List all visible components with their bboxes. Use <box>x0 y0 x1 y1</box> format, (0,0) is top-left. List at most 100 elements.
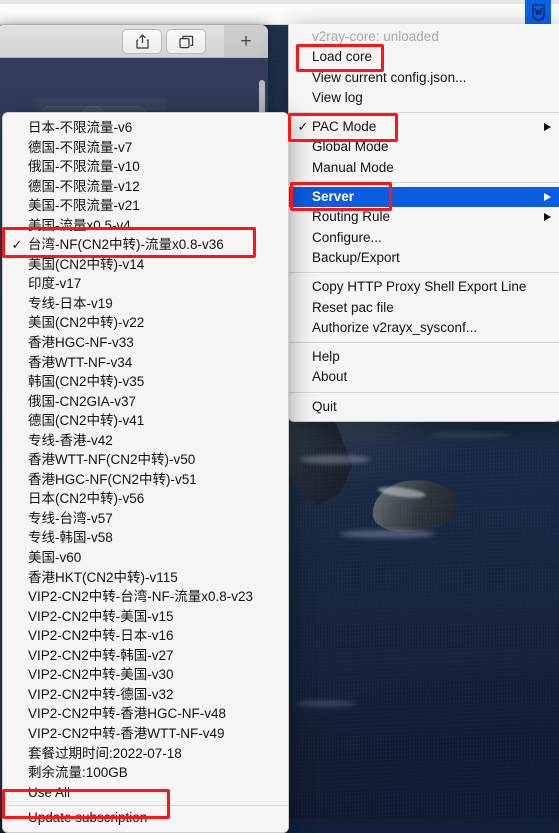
server-list-item-label: 香港WTT-NF(CN2中转)-v50 <box>28 452 196 468</box>
server-list-item[interactable]: VIP2-CN2中转-美国-v30 <box>3 665 288 685</box>
server-list-item[interactable]: 俄国-不限流量-v10 <box>3 157 288 177</box>
server-list-item[interactable]: 俄国-CN2GIA-v37 <box>3 392 288 412</box>
server-list-item[interactable]: 德国(CN2中转)-v41 <box>3 411 288 431</box>
server-list-item-label: VIP2-CN2中转-香港WTT-NF-v49 <box>28 725 225 741</box>
menu-item-reset-pac-file[interactable]: Reset pac file <box>289 298 559 318</box>
server-list-item-label: 俄国-CN2GIA-v37 <box>28 393 137 409</box>
server-list-item[interactable]: 美国(CN2中转)-v22 <box>3 313 288 333</box>
submenu-arrow-icon <box>544 192 551 201</box>
server-list-item[interactable]: 专线-香港-v42 <box>3 431 288 451</box>
menu-separator <box>289 182 559 184</box>
wallpaper-foam <box>300 455 370 464</box>
server-list-item[interactable]: 德国-不限流量-v12 <box>3 177 288 197</box>
server-list-item[interactable]: 套餐过期时间:2022-07-18 <box>3 744 288 764</box>
menu-separator <box>289 342 559 344</box>
menu-item-label: Routing Rule <box>312 209 391 225</box>
server-list-item-label: VIP2-CN2中转-韩国-v27 <box>28 647 174 663</box>
v2rayx-main-menu: v2ray-core: unloaded Load core View curr… <box>288 24 559 423</box>
server-submenu: 日本-不限流量-v6 德国-不限流量-v7 俄国-不限流量-v10 德国-不限流量-v… <box>2 112 289 833</box>
menu-separator <box>289 391 559 393</box>
tab-overview-icon[interactable] <box>166 29 206 54</box>
submenu-arrow-icon <box>544 213 551 222</box>
server-list-item-label: 专线-台湾-v57 <box>28 510 113 526</box>
server-list-item-label: VIP2-CN2中转-台湾-NF-流量x0.8-v23 <box>28 589 254 605</box>
server-list-item-label: 日本(CN2中转)-v56 <box>28 491 145 507</box>
menu-item-core-status: v2ray-core: unloaded <box>312 29 439 44</box>
menu-item-help[interactable]: Help <box>289 347 559 367</box>
menu-item-label: Server <box>312 189 355 205</box>
server-list-item[interactable]: VIP2-CN2中转-台湾-NF-流量x0.8-v23 <box>3 587 288 607</box>
server-list-item[interactable]: 香港HGC-NF(CN2中转)-v51 <box>3 470 288 490</box>
server-list-item-label: VIP2-CN2中转-美国-v15 <box>28 608 174 624</box>
menu-item-server[interactable]: Server <box>289 187 559 208</box>
menu-item-backup-export[interactable]: Backup/Export <box>289 248 559 268</box>
server-list-item-label: VIP2-CN2中转-德国-v32 <box>28 686 174 702</box>
server-list-item[interactable]: 香港HGC-NF-v33 <box>3 333 288 353</box>
server-list-item[interactable]: 专线-日本-v19 <box>3 294 288 314</box>
server-list-item[interactable]: VIP2-CN2中转-德国-v32 <box>3 685 288 705</box>
menu-bar-sheen <box>0 0 559 4</box>
menu-item-load-core[interactable]: Load core <box>289 47 559 67</box>
server-list-item[interactable]: 韩国(CN2中转)-v35 <box>3 372 288 392</box>
server-list-item[interactable]: 剩余流量:100GB <box>3 763 288 783</box>
server-list-item-label: 专线-日本-v19 <box>28 295 113 311</box>
server-list-item[interactable]: Use All <box>3 783 288 803</box>
server-list-item-label: 剩余流量:100GB <box>28 765 128 781</box>
server-list-item[interactable]: 德国-不限流量-v7 <box>3 138 288 158</box>
server-list-item[interactable]: VIP2-CN2中转-香港HGC-NF-v48 <box>3 704 288 724</box>
menu-item-global-mode[interactable]: Global Mode <box>289 137 559 157</box>
server-list-item-label: VIP2-CN2中转-香港HGC-NF-v48 <box>28 706 227 722</box>
server-list-item[interactable]: 专线-韩国-v58 <box>3 528 288 548</box>
server-list-item[interactable]: 美国-不限流量-v21 <box>3 196 288 216</box>
server-list-item[interactable]: 日本-不限流量-v6 <box>3 118 288 138</box>
menu-item-about[interactable]: About <box>289 367 559 387</box>
menu-item-quit[interactable]: Quit <box>289 397 559 417</box>
server-list-item-label: 美国(CN2中转)-v22 <box>28 315 145 331</box>
server-list-item-label: 德国-不限流量-v7 <box>28 139 133 155</box>
v2rayx-menubar-icon[interactable] <box>525 0 551 24</box>
menu-item-manual-mode[interactable]: Manual Mode <box>289 158 559 178</box>
menu-item-update-subscription[interactable]: Update subscription <box>3 808 288 828</box>
menu-item-authorize-sysconf[interactable]: Authorize v2rayx_sysconf... <box>289 318 559 338</box>
server-list-item-label: 韩国(CN2中转)-v35 <box>28 374 145 390</box>
menu-item-view-config[interactable]: View current config.json... <box>289 68 559 88</box>
server-list-item[interactable]: VIP2-CN2中转-韩国-v27 <box>3 646 288 666</box>
server-list-item[interactable]: VIP2-CN2中转-日本-v16 <box>3 626 288 646</box>
server-list-item-label: 美国-流量x0.5-v4 <box>28 217 131 233</box>
checkmark-icon: ✓ <box>11 237 23 253</box>
new-tab-button[interactable]: + <box>224 25 268 57</box>
share-icon[interactable] <box>122 29 162 54</box>
wallpaper-foam <box>340 530 435 538</box>
server-list-item[interactable]: VIP2-CN2中转-香港WTT-NF-v49 <box>3 724 288 744</box>
server-list-item-label: 美国-不限流量-v21 <box>28 198 140 214</box>
server-list-item[interactable]: 美国(CN2中转)-v14 <box>3 255 288 275</box>
wallpaper-rock <box>368 473 461 539</box>
server-list-item[interactable]: 专线-台湾-v57 <box>3 509 288 529</box>
server-list-item[interactable]: 香港WTT-NF-v34 <box>3 353 288 373</box>
server-list-item[interactable]: ✓ 台湾-NF(CN2中转)-流量x0.8-v36 <box>3 235 288 255</box>
server-list-item-label: 香港HGC-NF-v33 <box>28 335 134 351</box>
server-list: 日本-不限流量-v6 德国-不限流量-v7 俄国-不限流量-v10 德国-不限流量-v… <box>3 118 288 802</box>
menu-item-pac-mode[interactable]: ✓ PAC Mode <box>289 117 559 137</box>
menu-item-configure[interactable]: Configure... <box>289 228 559 248</box>
menu-separator <box>3 805 288 807</box>
wallpaper-cliff <box>285 402 353 507</box>
server-list-item-label: 德国-不限流量-v12 <box>28 178 140 194</box>
server-list-item[interactable]: 香港HKT(CN2中转)-v115 <box>3 568 288 588</box>
server-list-item[interactable]: 香港WTT-NF(CN2中转)-v50 <box>3 450 288 470</box>
menu-item-routing-rule[interactable]: Routing Rule <box>289 207 559 227</box>
menu-item-label: Global Mode <box>312 139 389 155</box>
server-list-item[interactable]: 美国-流量x0.5-v4 <box>3 216 288 236</box>
menu-item-copy-http-proxy-line[interactable]: Copy HTTP Proxy Shell Export Line <box>289 277 559 297</box>
server-list-item[interactable]: 印度-v17 <box>3 274 288 294</box>
server-list-item-label: 俄国-不限流量-v10 <box>28 159 140 175</box>
server-list-item[interactable]: 日本(CN2中转)-v56 <box>3 489 288 509</box>
submenu-arrow-icon <box>544 122 551 131</box>
server-list-item-label: 台湾-NF(CN2中转)-流量x0.8-v36 <box>28 237 224 253</box>
server-list-item-label: 德国(CN2中转)-v41 <box>28 413 145 429</box>
menu-item-view-log[interactable]: View log <box>289 88 559 108</box>
server-list-item[interactable]: 美国-v60 <box>3 548 288 568</box>
server-list-item[interactable]: VIP2-CN2中转-美国-v15 <box>3 607 288 627</box>
menu-item-label: PAC Mode <box>312 119 377 135</box>
menu-separator <box>289 112 559 114</box>
